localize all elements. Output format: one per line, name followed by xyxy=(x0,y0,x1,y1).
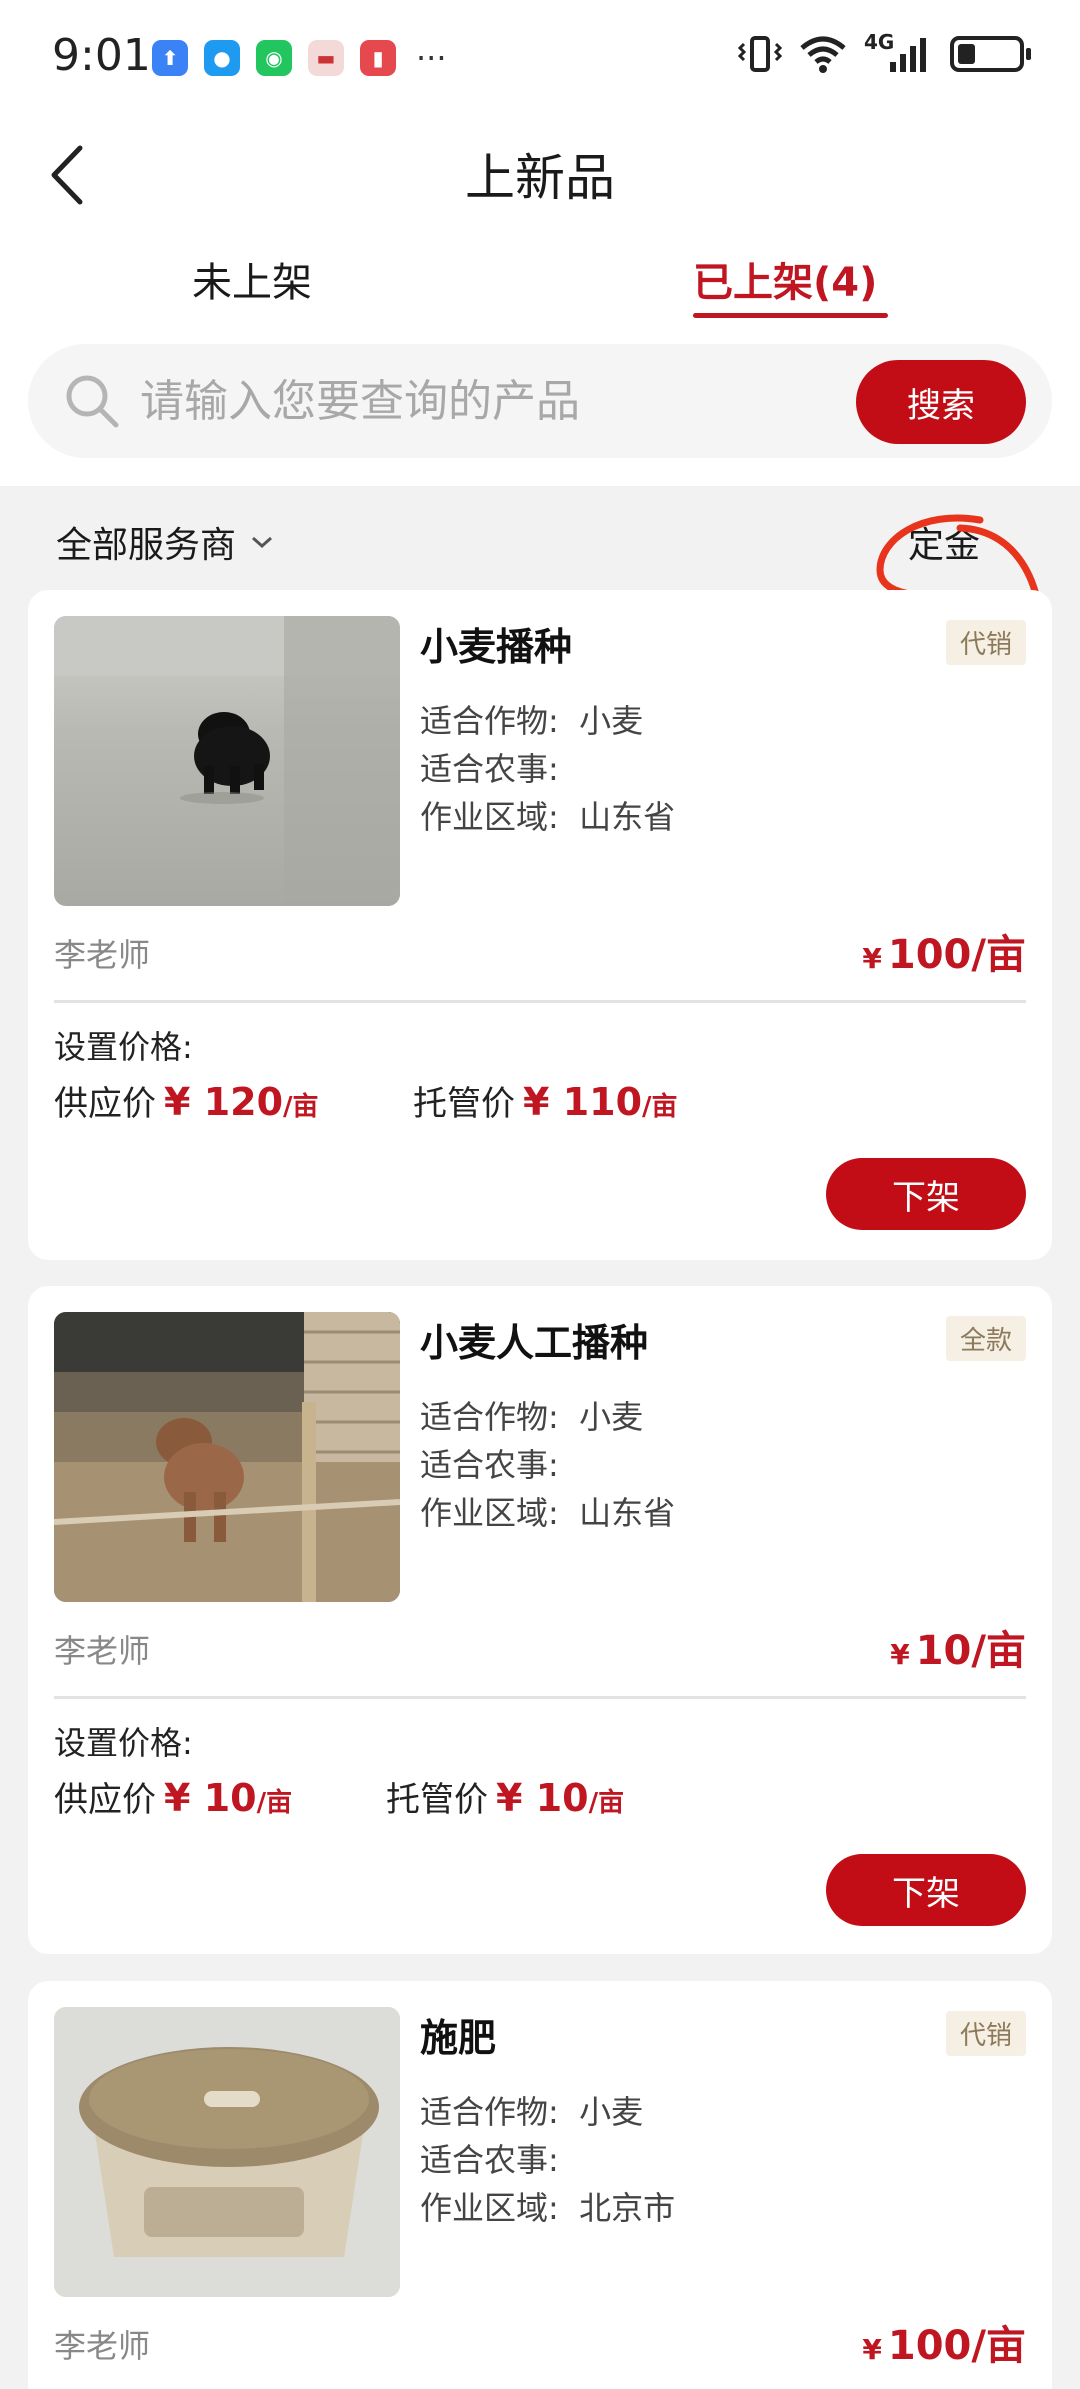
tab-listed[interactable]: 已上架(4) xyxy=(693,250,877,308)
trust-price: 托管价 ¥ 110/亩 xyxy=(413,1080,678,1124)
search-input[interactable] xyxy=(140,366,840,436)
provider-name: 李老师 xyxy=(54,1632,151,1670)
trust-price: 托管价 ¥ 10/亩 xyxy=(386,1776,625,1820)
wechat-icon: ◉ xyxy=(256,40,292,76)
product-image xyxy=(54,2007,400,2297)
product-name: 小麦人工播种 xyxy=(420,1321,649,1365)
stool-photo xyxy=(54,2007,400,2297)
farm-work-row: 适合农事: xyxy=(420,1446,559,1484)
divider xyxy=(54,1000,1026,1003)
region-row: 作业区域: 山东省 xyxy=(420,798,676,836)
search-button[interactable]: 搜索 xyxy=(856,360,1026,444)
farm-work-row: 适合农事: xyxy=(420,750,559,788)
vibrate-icon xyxy=(738,36,782,72)
divider xyxy=(54,1696,1026,1699)
off-shelf-button[interactable]: 下架 xyxy=(826,1854,1026,1926)
off-shelf-button[interactable]: 下架 xyxy=(826,1158,1026,1230)
brown-puppy-photo xyxy=(54,1312,400,1602)
status-time: 9:01 xyxy=(52,30,151,81)
crop-row: 适合作物: 小麦 xyxy=(420,2093,644,2131)
wifi-icon xyxy=(800,36,846,73)
battery-icon xyxy=(950,36,1031,72)
farm-work-row: 适合农事: xyxy=(420,2141,559,2179)
black-puppy-photo xyxy=(54,616,400,906)
search-icon xyxy=(66,375,119,428)
product-price: ¥100/亩 xyxy=(862,932,1026,978)
red-app-icon: ▮ xyxy=(360,40,396,76)
product-card: 小麦播种 代销 适合作物: 小麦 适合农事: 作业区域: 山东省 李老师 ¥10… xyxy=(28,590,1052,1260)
crop-row: 适合作物: 小麦 xyxy=(420,702,644,740)
deposit-filter[interactable]: 定金 xyxy=(908,516,980,568)
product-price: ¥100/亩 xyxy=(862,2323,1026,2369)
chevron-down-icon xyxy=(252,536,273,549)
page-title: 上新品 xyxy=(465,149,615,207)
product-card: 施肥 代销 适合作物: 小麦 适合农事: 作业区域: 北京市 李老师 ¥100/… xyxy=(28,1981,1052,2389)
crop-row: 适合作物: 小麦 xyxy=(420,1398,644,1436)
status-bar: 9:01 ⬆ ● ◉ ▬ ▮ ··· 4G xyxy=(0,0,1080,115)
provider-filter-label: 全部服务商 xyxy=(56,525,237,566)
product-name: 小麦播种 xyxy=(420,625,573,669)
upload-app-icon: ⬆ xyxy=(152,40,188,76)
system-icons: 4G xyxy=(738,30,1031,74)
supply-price: 供应价 ¥ 120/亩 xyxy=(54,1080,319,1124)
signal-icon: 4G xyxy=(864,30,934,74)
region-row: 作业区域: 北京市 xyxy=(420,2189,676,2227)
mail-app-icon: ▬ xyxy=(308,40,344,76)
set-price-label: 设置价格: xyxy=(54,1028,193,1066)
tab-not-listed[interactable]: 未上架 xyxy=(192,250,312,308)
deposit-filter-label: 定金 xyxy=(908,525,981,566)
region-row: 作业区域: 山东省 xyxy=(420,1494,676,1532)
search-bar: 搜索 xyxy=(28,344,1052,458)
sales-type-badge: 全款 xyxy=(945,1316,1026,1361)
sales-type-badge: 代销 xyxy=(945,620,1026,665)
provider-filter[interactable]: 全部服务商 xyxy=(56,516,274,568)
provider-name: 李老师 xyxy=(54,936,151,974)
chat-app-icon: ● xyxy=(204,40,240,76)
set-price-label: 设置价格: xyxy=(54,1724,193,1762)
sales-type-badge: 代销 xyxy=(945,2011,1026,2056)
product-price: ¥10/亩 xyxy=(890,1628,1026,1674)
product-name: 施肥 xyxy=(420,2016,497,2060)
notification-icons: ⬆ ● ◉ ▬ ▮ ··· xyxy=(152,40,447,76)
product-card: 小麦人工播种 全款 适合作物: 小麦 适合农事: 作业区域: 山东省 李老师 ¥… xyxy=(28,1286,1052,1954)
more-notifications-icon: ··· xyxy=(416,39,447,77)
active-tab-indicator xyxy=(693,313,888,318)
supply-price: 供应价 ¥ 10/亩 xyxy=(54,1776,293,1820)
provider-name: 李老师 xyxy=(54,2327,151,2365)
product-image xyxy=(54,616,400,906)
product-image xyxy=(54,1312,400,1602)
